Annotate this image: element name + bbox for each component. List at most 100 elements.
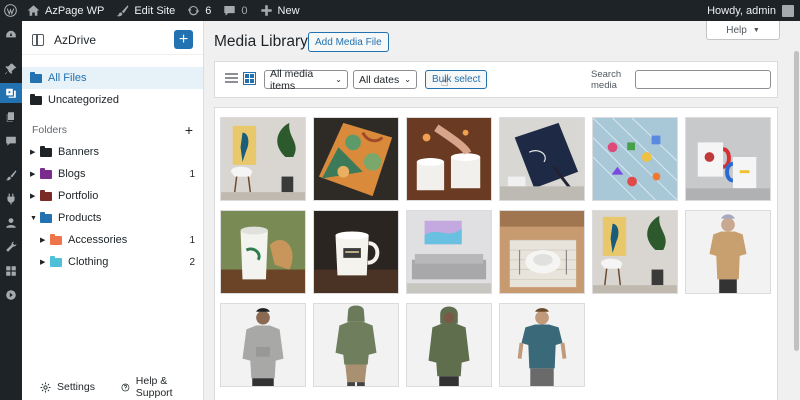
chevron-down-icon: ⌄ bbox=[335, 75, 342, 84]
sidebar-item-banners[interactable]: ▶ Banners bbox=[22, 141, 203, 163]
search-label: Search media bbox=[591, 69, 622, 91]
sidebar-item-portfolio[interactable]: ▶ Portfolio bbox=[22, 185, 203, 207]
chevron-down-icon: ⌄ bbox=[404, 75, 411, 84]
fabric-pattern-image bbox=[314, 118, 398, 200]
sidebar-item-blogs[interactable]: ▶ Blogs 1 bbox=[22, 163, 203, 185]
hoodie-man-grey-image bbox=[221, 304, 305, 386]
media-item-stickers[interactable] bbox=[592, 117, 678, 201]
folder-icon bbox=[40, 145, 52, 157]
appearance-icon[interactable] bbox=[0, 165, 22, 185]
help-tab-button[interactable]: Help ▼ bbox=[706, 21, 780, 40]
edit-site-link[interactable]: Edit Site bbox=[110, 0, 181, 21]
caret-right-icon[interactable]: ▶ bbox=[40, 258, 50, 266]
media-item-parrot-poster-chair-2[interactable] bbox=[592, 210, 678, 294]
grid-view-icon[interactable] bbox=[243, 72, 256, 85]
new-folder-button[interactable]: + bbox=[174, 30, 193, 49]
sidebar-item-clothing[interactable]: ▶ Clothing 2 bbox=[22, 251, 203, 273]
folder-count: 2 bbox=[189, 256, 195, 268]
help-support-label: Help & Support bbox=[135, 375, 173, 399]
folder-label: Products bbox=[58, 212, 102, 224]
new-label: New bbox=[277, 4, 300, 17]
folder-icon bbox=[30, 71, 42, 83]
azdrive-header: AzDrive + bbox=[22, 25, 203, 55]
comments-count: 0 bbox=[241, 4, 248, 17]
settings-label: Settings bbox=[57, 381, 95, 393]
media-item-hoodie-green-back[interactable] bbox=[313, 303, 399, 387]
pages-icon[interactable] bbox=[0, 107, 22, 127]
dashboard-icon[interactable] bbox=[0, 25, 22, 45]
tools-icon[interactable] bbox=[0, 237, 22, 257]
parrot-poster-chair-image-2 bbox=[593, 211, 677, 293]
sidebar-item-uncategorized[interactable]: Uncategorized bbox=[22, 89, 203, 111]
media-item-mug-logo[interactable] bbox=[313, 210, 399, 294]
pin-icon[interactable] bbox=[0, 59, 22, 79]
hoodie-woman-green-image bbox=[407, 304, 491, 386]
media-item-mugs-colored[interactable] bbox=[685, 117, 771, 201]
list-view-icon[interactable] bbox=[225, 73, 238, 84]
sidebar-item-products[interactable]: ▼ Products bbox=[22, 207, 203, 229]
gear-icon bbox=[40, 382, 51, 392]
avatar bbox=[782, 4, 794, 17]
folder-icon bbox=[50, 255, 62, 267]
notebook-pen-image bbox=[500, 118, 584, 200]
admin-menu bbox=[0, 21, 22, 400]
page-scrollbar[interactable] bbox=[793, 21, 800, 400]
updates-link[interactable]: 6 bbox=[181, 0, 217, 21]
media-item-mugs-marshmallow[interactable] bbox=[406, 117, 492, 201]
main-content: Help ▼ Media Library Add Media File All … bbox=[204, 21, 793, 400]
media-item-fabric-pattern[interactable] bbox=[313, 117, 399, 201]
new-content-link[interactable]: New bbox=[254, 0, 306, 21]
site-name-link[interactable]: AzPage WP bbox=[21, 0, 110, 21]
caret-down-icon[interactable]: ▼ bbox=[30, 215, 40, 222]
folder-label: Blogs bbox=[58, 168, 86, 180]
tshirt-man-teal-image bbox=[500, 304, 584, 386]
home-icon bbox=[27, 5, 40, 16]
media-item-hoodie-man-grey[interactable] bbox=[220, 303, 306, 387]
wordpress-logo-icon[interactable] bbox=[0, 0, 21, 21]
my-account-link[interactable]: Howdy, admin bbox=[701, 0, 800, 21]
collapse-menu-icon[interactable] bbox=[0, 285, 22, 305]
sidebar-item-accessories[interactable]: ▶ Accessories 1 bbox=[22, 229, 203, 251]
media-item-notebook-pen[interactable] bbox=[499, 117, 585, 201]
caret-right-icon[interactable]: ▶ bbox=[40, 236, 50, 244]
add-media-file-button[interactable]: Add Media File bbox=[308, 32, 389, 52]
media-item-hoodie-woman-green[interactable] bbox=[406, 303, 492, 387]
media-item-poster-couch[interactable] bbox=[406, 210, 492, 294]
updates-count: 6 bbox=[205, 4, 212, 17]
media-item-tshirt-man-teal[interactable] bbox=[499, 303, 585, 387]
settings-blocks-icon[interactable] bbox=[0, 261, 22, 281]
updates-icon bbox=[187, 5, 200, 16]
media-item-tshirt-woman[interactable] bbox=[685, 210, 771, 294]
tshirt-woman-image bbox=[686, 211, 770, 293]
media-toolbar: All media items ⌄ All dates ⌄ Bulk selec… bbox=[214, 61, 778, 98]
scrollbar-thumb[interactable] bbox=[794, 51, 799, 351]
sidebar-toggle-icon[interactable] bbox=[32, 33, 44, 46]
help-support-link[interactable]: Help & Support bbox=[121, 375, 193, 399]
media-icon[interactable] bbox=[0, 83, 22, 103]
date-filter[interactable]: All dates ⌄ bbox=[353, 70, 417, 89]
add-folder-icon[interactable]: + bbox=[185, 122, 193, 138]
media-item-tumbler[interactable] bbox=[220, 210, 306, 294]
help-label: Help bbox=[726, 24, 747, 36]
media-item-table-setting[interactable] bbox=[499, 210, 585, 294]
mugs-colored-image bbox=[686, 118, 770, 200]
comments-link[interactable]: 0 bbox=[217, 0, 253, 21]
comments-icon[interactable] bbox=[0, 131, 22, 151]
chevron-down-icon: ▼ bbox=[752, 26, 760, 34]
caret-right-icon[interactable]: ▶ bbox=[30, 192, 40, 200]
search-input[interactable] bbox=[635, 70, 771, 89]
bulk-select-button[interactable]: Bulk select bbox=[425, 70, 488, 89]
table-setting-image bbox=[500, 211, 584, 293]
settings-link[interactable]: Settings bbox=[40, 381, 95, 393]
media-item-parrot-poster-chair[interactable] bbox=[220, 117, 306, 201]
date-filter-value: All dates bbox=[359, 73, 400, 86]
sidebar-item-all-files[interactable]: All Files bbox=[22, 67, 203, 89]
folder-icon bbox=[40, 189, 52, 201]
media-type-filter[interactable]: All media items ⌄ bbox=[264, 68, 348, 92]
caret-right-icon[interactable]: ▶ bbox=[30, 148, 40, 156]
media-grid bbox=[214, 107, 778, 400]
plugins-icon[interactable] bbox=[0, 189, 22, 209]
caret-right-icon[interactable]: ▶ bbox=[30, 170, 40, 178]
users-icon[interactable] bbox=[0, 213, 22, 233]
plus-icon bbox=[260, 5, 272, 16]
